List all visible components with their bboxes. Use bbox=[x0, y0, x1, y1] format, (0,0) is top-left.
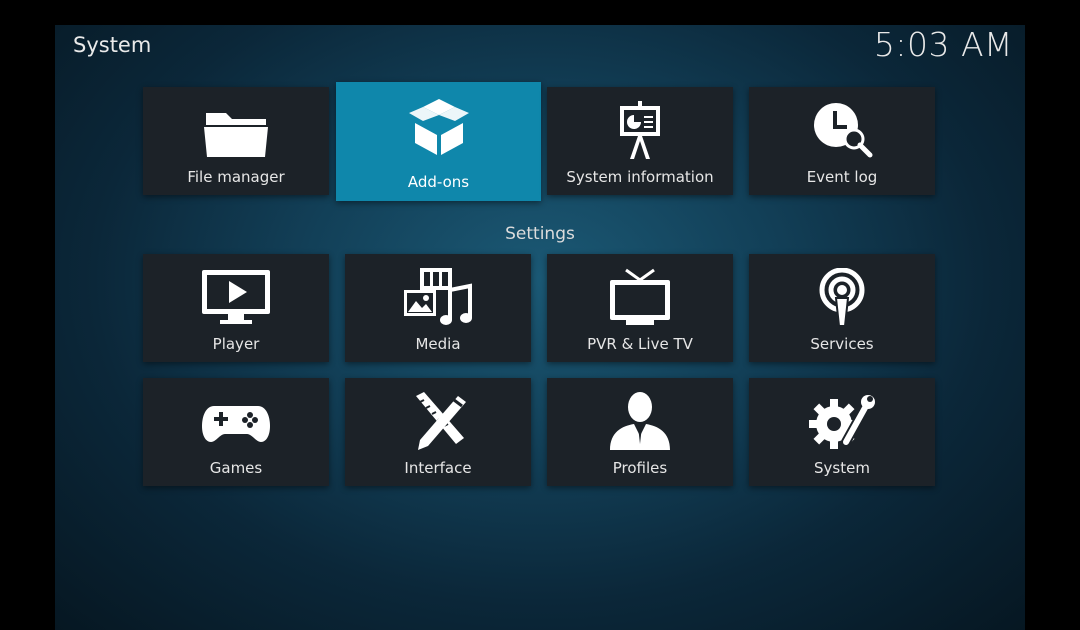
tile-label: Services bbox=[810, 335, 874, 353]
tile-media[interactable]: Media bbox=[345, 254, 531, 362]
tv-antenna-icon bbox=[604, 268, 676, 328]
tile-games[interactable]: Games bbox=[143, 378, 329, 486]
gear-wrench-icon bbox=[806, 392, 878, 452]
tile-services[interactable]: Services bbox=[749, 254, 935, 362]
tile-label: PVR & Live TV bbox=[587, 335, 693, 353]
tile-system-information[interactable]: System information bbox=[547, 87, 733, 195]
tile-pvr-live-tv[interactable]: PVR & Live TV bbox=[547, 254, 733, 362]
tile-profiles[interactable]: Profiles bbox=[547, 378, 733, 486]
clock: 5:03 AM bbox=[873, 25, 1013, 64]
tile-event-log[interactable]: Event log bbox=[749, 87, 935, 195]
monitor-play-icon bbox=[200, 268, 272, 328]
tile-label: Media bbox=[415, 335, 461, 353]
tile-label: Add-ons bbox=[407, 173, 470, 191]
clock-search-icon bbox=[806, 101, 878, 161]
gamepad-icon bbox=[200, 392, 272, 452]
open-box-icon bbox=[403, 97, 475, 157]
media-collage-icon bbox=[402, 268, 474, 328]
section-title-settings: Settings bbox=[505, 224, 575, 244]
tile-label: Interface bbox=[404, 459, 472, 477]
presentation-board-icon bbox=[604, 101, 676, 161]
tile-label: System bbox=[814, 459, 870, 477]
system-screen: System 5:03 AM File manager Add-ons Syst… bbox=[55, 25, 1025, 630]
tile-interface[interactable]: Interface bbox=[345, 378, 531, 486]
broadcast-icon bbox=[806, 268, 878, 328]
tile-add-ons[interactable]: Add-ons bbox=[336, 82, 541, 201]
page-title: System bbox=[73, 33, 152, 57]
tile-label: System information bbox=[566, 168, 714, 186]
pencil-ruler-icon bbox=[402, 392, 474, 452]
tile-label: File manager bbox=[187, 168, 285, 186]
tile-file-manager[interactable]: File manager bbox=[143, 87, 329, 195]
tile-player[interactable]: Player bbox=[143, 254, 329, 362]
tile-label: Event log bbox=[806, 168, 878, 186]
tile-label: Profiles bbox=[612, 459, 668, 477]
user-silhouette-icon bbox=[604, 392, 676, 452]
tile-label: Player bbox=[212, 335, 260, 353]
tile-label: Games bbox=[209, 459, 263, 477]
folder-icon bbox=[200, 101, 272, 161]
tile-system[interactable]: System bbox=[749, 378, 935, 486]
